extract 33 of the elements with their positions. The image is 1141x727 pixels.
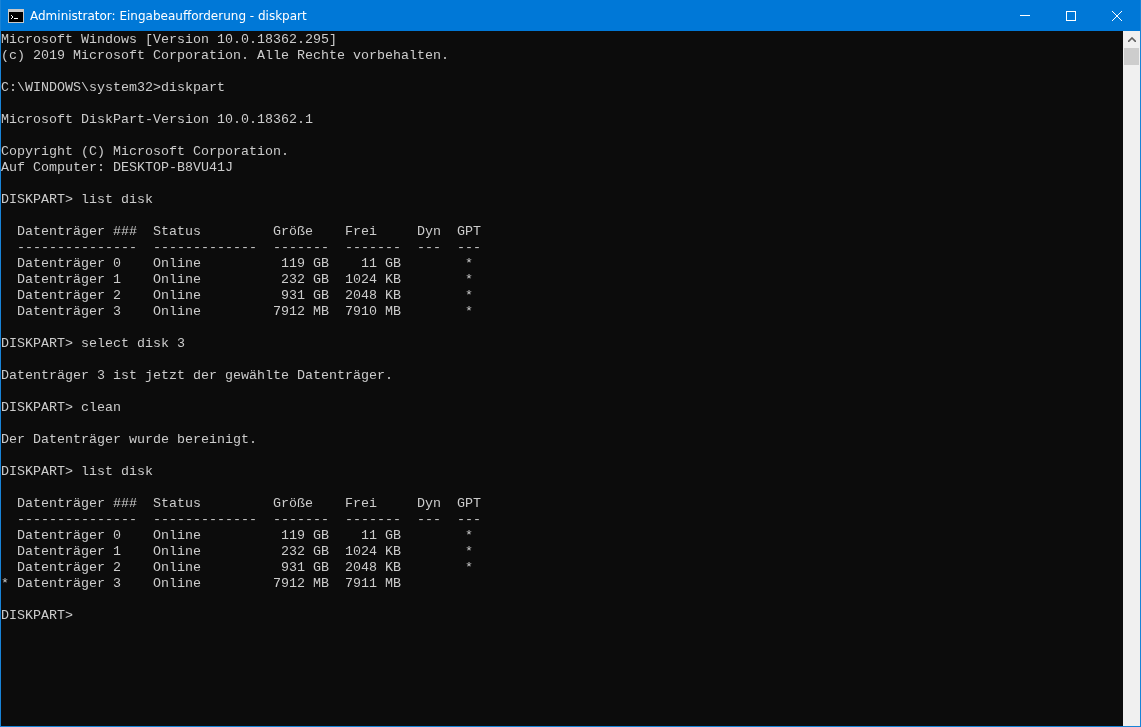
caret-up-icon — [1127, 37, 1136, 42]
console-line: --------------- ------------- ------- ------- --- --- — [16, 512, 481, 527]
console-line: C:\WINDOWS\system32>diskpart — [1, 80, 225, 95]
console-line: --------------- ------------- ------- ------- --- --- — [16, 240, 481, 255]
close-icon — [1112, 10, 1122, 21]
console-line: Datenträger 1 Online 232 GB 1024 KB * — [16, 272, 473, 287]
console-line: Microsoft Windows [Version 10.0.18362.295] — [1, 32, 337, 47]
console-line: * Datenträger 3 Online 7912 MB 7911 MB — [1, 576, 401, 591]
scrollbar-thumb[interactable] — [1124, 48, 1139, 65]
window-title: Administrator: Eingabeaufforderung - diskpart — [30, 8, 307, 23]
console-line: Datenträger 0 Online 119 GB 11 GB * — [16, 528, 473, 543]
console-line: Copyright (C) Microsoft Corporation. — [1, 144, 289, 159]
console-line: Datenträger 2 Online 931 GB 2048 KB * — [16, 288, 473, 303]
console-line: Datenträger 0 Online 119 GB 11 GB * — [16, 256, 473, 271]
console-line: Datenträger 3 ist jetzt der gewählte Datenträger. — [1, 368, 393, 383]
console-line: Datenträger ### Status Größe Frei Dyn GPT — [16, 224, 481, 239]
terminal-icon — [8, 8, 24, 23]
console-line: DISKPART> — [1, 608, 73, 623]
console-line: Datenträger 3 Online 7912 MB 7910 MB * — [16, 304, 473, 319]
console-line: Datenträger 2 Online 931 GB 2048 KB * — [16, 560, 473, 575]
scrollbar[interactable] — [1123, 31, 1140, 726]
console-line: DISKPART> list disk — [1, 464, 153, 479]
console-line: Datenträger ### Status Größe Frei Dyn GPT — [16, 496, 481, 511]
console-line: DISKPART> select disk 3 — [1, 336, 185, 351]
console-line: DISKPART> list disk — [1, 192, 153, 207]
console-line: DISKPART> clean — [1, 400, 121, 415]
console-line: Der Datenträger wurde bereinigt. — [1, 432, 257, 447]
minimize-icon — [1020, 15, 1030, 16]
maximize-icon — [1066, 10, 1076, 21]
console-line: (c) 2019 Microsoft Corporation. Alle Rechte vorbehalten. — [1, 48, 449, 63]
console-line: Microsoft DiskPart-Version 10.0.18362.1 — [1, 112, 313, 127]
console-line: Auf Computer: DESKTOP-B8VU41J — [1, 160, 233, 175]
console-line: Datenträger 1 Online 232 GB 1024 KB * — [16, 544, 473, 559]
